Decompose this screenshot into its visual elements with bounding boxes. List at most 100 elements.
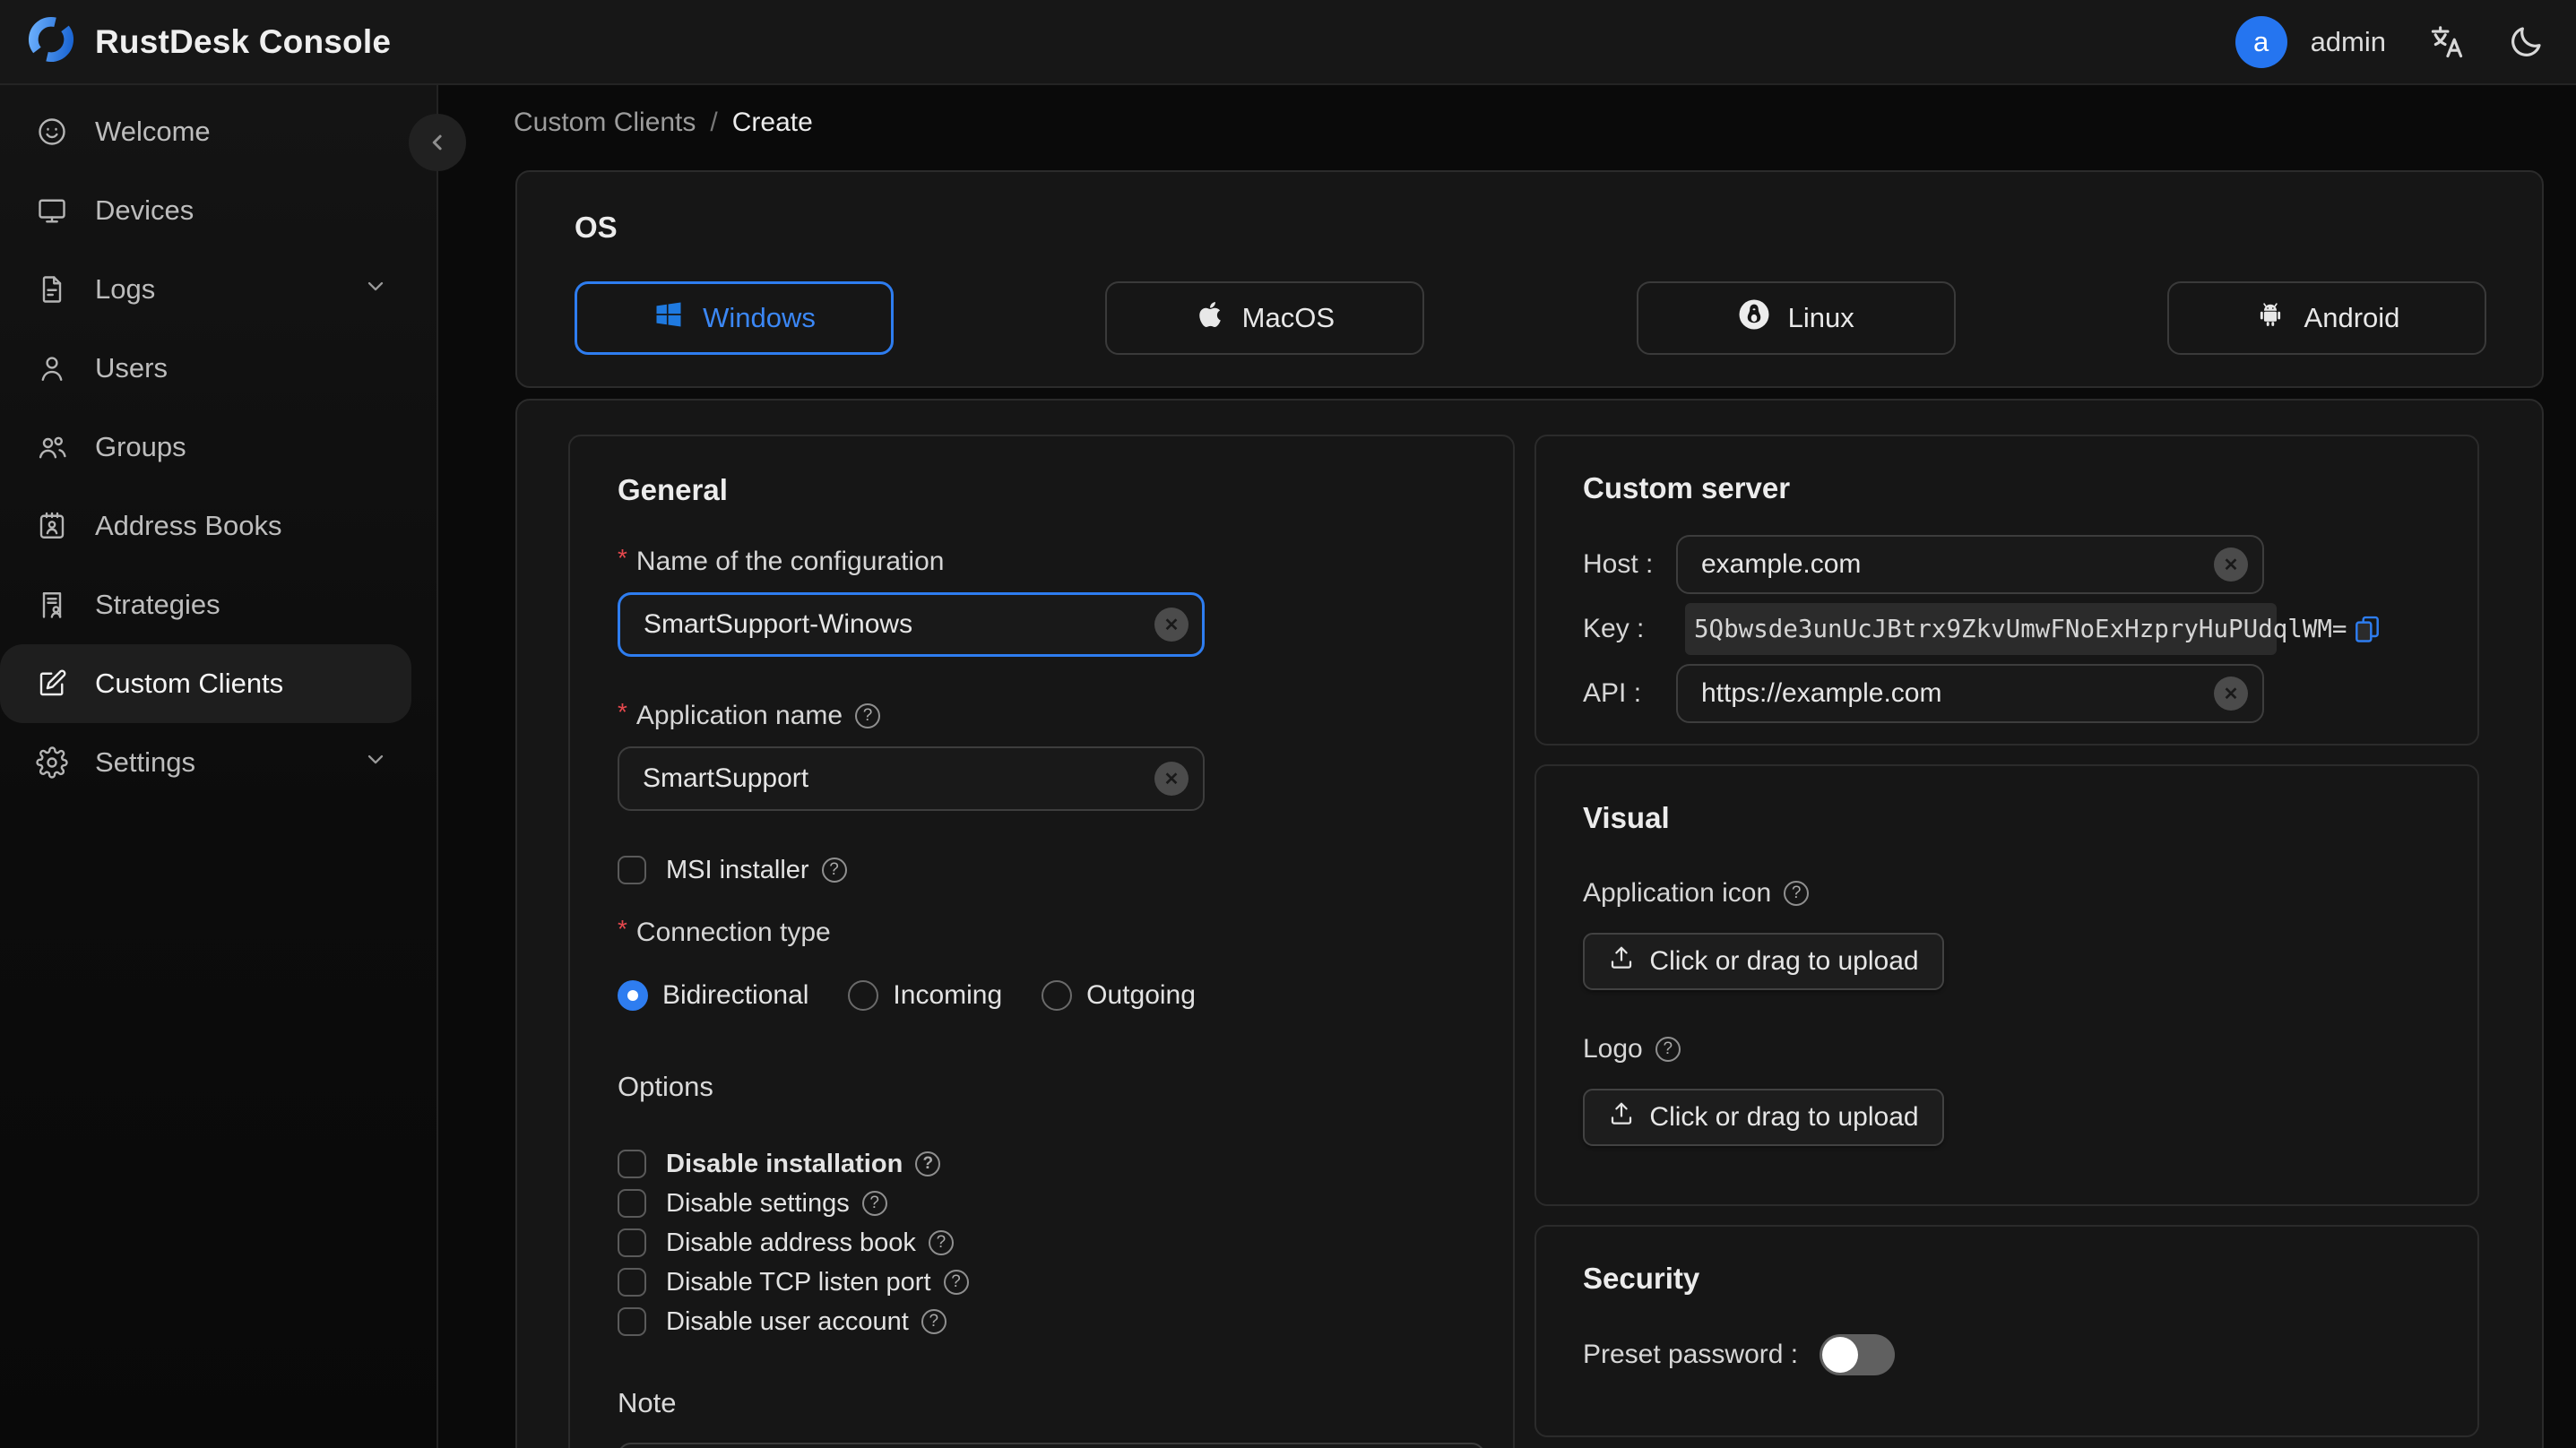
sidebar-item-users[interactable]: Users [0,329,411,408]
name-config-input-wrap: ✕ [618,592,1205,657]
option-disable-tcp-listen-port: Disable TCP listen port? [618,1266,1465,1298]
radio-icon[interactable] [848,980,879,1011]
required-marker: * [618,544,627,572]
help-icon[interactable]: ? [861,1191,887,1216]
radio-incoming[interactable]: Incoming [848,980,1002,1011]
sidebar-collapse-button[interactable] [409,114,466,171]
disable-user-account-checkbox[interactable] [618,1307,646,1336]
address-book-icon [36,510,68,542]
avatar[interactable]: a [2235,15,2287,68]
logo-label: Logo ? [1583,1033,2431,1065]
sidebar-item-settings[interactable]: Settings [0,723,411,802]
sidebar-item-welcome[interactable]: Welcome [0,92,411,171]
visual-heading: Visual [1583,801,1670,834]
upload-button-label: Click or drag to upload [1649,1102,1919,1132]
sidebar-item-address-books[interactable]: Address Books [0,487,411,565]
os-button-macos[interactable]: MacOS [1105,281,1425,355]
radio-selected-icon[interactable] [618,980,648,1011]
key-row: Key : 5Qbwsde3unUcJBtrx9ZkvUmwFNoExHzpry… [1583,603,2431,655]
disable-tcp-listen-port-checkbox[interactable] [618,1268,646,1297]
help-icon[interactable]: ? [915,1151,941,1176]
file-icon [36,273,68,306]
key-label: Key : [1583,614,1645,643]
app-title: RustDesk Console [95,22,392,60]
sidebar-item-custom-clients[interactable]: Custom Clients [0,644,411,723]
application-name-label: * Application name ? [618,698,1465,732]
key-value: 5Qbwsde3unUcJBtrx9ZkvUmwFNoExHzpryHuPUdq… [1694,615,2347,643]
sidebar-item-label: Settings [95,746,196,778]
sidebar: Welcome Devices Logs Users Groups Addres… [0,85,466,1448]
radio-bidirectional[interactable]: Bidirectional [618,980,808,1011]
preset-password-toggle[interactable] [1820,1334,1896,1375]
help-icon[interactable]: ? [943,1270,969,1295]
breadcrumb-parent-link[interactable]: Custom Clients [514,108,696,138]
sidebar-item-logs[interactable]: Logs [0,250,411,329]
clear-icon[interactable]: ✕ [1154,608,1189,642]
msi-installer-row: MSI installer ? [618,854,1465,886]
api-input-wrap: ✕ [1676,664,2264,723]
os-button-android[interactable]: Android [2166,281,2486,355]
os-button-linux[interactable]: Linux [1636,281,1956,355]
custom-server-card: Custom server Host : ✕ Key : [1534,435,2479,746]
note-textarea[interactable] [618,1443,1485,1448]
windows-icon [653,298,685,338]
api-input[interactable] [1676,664,2264,723]
dark-mode-moon-icon[interactable] [2508,24,2544,60]
help-icon[interactable]: ? [928,1230,954,1255]
disable-installation-checkbox[interactable] [618,1150,646,1178]
sidebar-item-label: Users [95,352,168,384]
translate-icon[interactable] [2427,22,2467,62]
upload-icon [1608,944,1635,978]
clear-icon[interactable]: ✕ [2214,547,2248,582]
users-icon [36,431,68,463]
msi-installer-checkbox[interactable] [618,856,646,884]
sidebar-item-strategies[interactable]: Strategies [0,565,411,644]
os-button-label: Windows [703,302,816,333]
os-heading: OS [575,211,618,244]
connection-type-label: * Connection type [618,915,831,947]
sidebar-item-devices[interactable]: Devices [0,171,411,250]
clear-icon[interactable]: ✕ [2214,677,2248,711]
required-marker: * [618,915,627,943]
help-icon[interactable]: ? [921,1309,947,1334]
help-icon[interactable]: ? [855,703,881,728]
upload-icon [1608,1100,1635,1134]
main-content: Custom Clients / Create OS Windows MacOS… [438,85,2576,1448]
security-heading: Security [1583,1262,1700,1295]
help-icon[interactable]: ? [821,858,847,883]
sidebar-item-label: Address Books [95,510,282,541]
application-icon-upload-button[interactable]: Click or drag to upload [1583,933,1944,990]
breadcrumb: Custom Clients / Create [514,105,2544,141]
toggle-knob [1822,1337,1859,1373]
help-icon[interactable]: ? [1784,881,1810,906]
user-menu[interactable]: a admin [2235,15,2386,68]
preset-password-label: Preset password : [1583,1340,1799,1369]
option-disable-user-account: Disable user account? [618,1306,1465,1338]
os-button-label: Android [2304,302,2400,333]
copy-icon[interactable] [2354,615,2381,643]
help-icon[interactable]: ? [1655,1037,1681,1062]
apple-icon [1196,300,1224,336]
chevron-down-icon [363,746,388,779]
host-input[interactable] [1676,535,2264,594]
disable-address-book-checkbox[interactable] [618,1228,646,1257]
monitor-icon [36,194,68,227]
sidebar-item-label: Logs [95,273,156,305]
os-button-windows[interactable]: Windows [575,281,894,355]
application-name-input[interactable] [618,746,1205,811]
name-config-input[interactable] [618,592,1205,657]
android-icon [2254,298,2286,338]
option-disable-settings: Disable settings? [618,1187,1465,1220]
sidebar-item-groups[interactable]: Groups [0,408,411,487]
disable-settings-checkbox[interactable] [618,1189,646,1218]
radio-icon[interactable] [1042,980,1073,1011]
radio-outgoing[interactable]: Outgoing [1042,980,1196,1011]
host-row: Host : ✕ [1583,535,2431,594]
clear-icon[interactable]: ✕ [1154,762,1189,796]
options-heading: Options [618,1071,713,1102]
logo-upload-button[interactable]: Click or drag to upload [1583,1089,1944,1146]
linux-icon [1738,298,1770,338]
option-disable-installation: Disable installation? [618,1148,1465,1180]
smiley-icon [36,116,68,148]
chevron-down-icon [363,273,388,306]
